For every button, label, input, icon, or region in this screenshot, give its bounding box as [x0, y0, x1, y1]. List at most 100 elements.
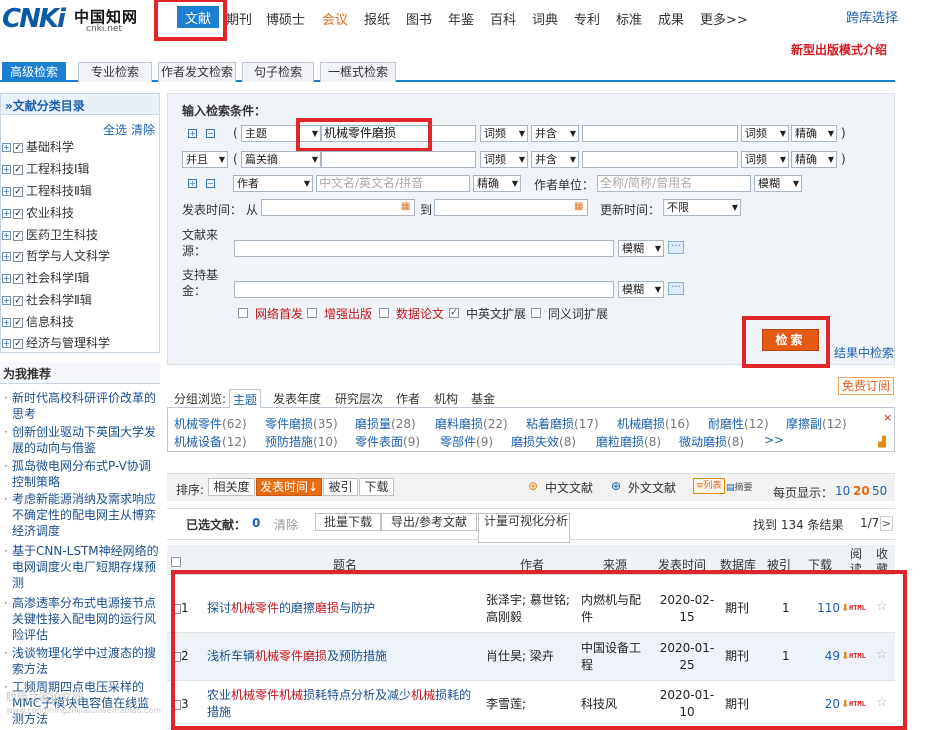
group-item[interactable]: 零件表面(9)	[355, 433, 420, 450]
source-input[interactable]	[234, 240, 614, 257]
checkbox-checked-icon[interactable]: ✓	[13, 295, 23, 306]
field-select-2[interactable]: 篇关摘	[241, 151, 321, 168]
more-options-icon[interactable]: ···	[668, 282, 684, 295]
fund-match-select[interactable]: 模糊	[618, 281, 664, 298]
category-item[interactable]: + ✓ 农业科技	[2, 204, 74, 221]
expand-icon[interactable]: +	[2, 143, 11, 152]
freq-select-1[interactable]: 词频	[480, 125, 528, 142]
add-author-row-icon[interactable]: +	[188, 179, 197, 188]
list-view-toggle[interactable]: ≡列表	[693, 478, 725, 494]
nav-item-tushu[interactable]: 图书	[406, 9, 432, 28]
recommend-item[interactable]: 浅谈物理化学中过渡态的搜索方法	[4, 645, 160, 677]
checkbox-enhanced-pub[interactable]	[307, 308, 317, 318]
freq-select-2b[interactable]: 词频	[741, 151, 789, 168]
freq-select-1b[interactable]: 词频	[741, 125, 789, 142]
category-item[interactable]: + ✓ 工程科技Ⅰ辑	[2, 160, 90, 177]
recommend-item[interactable]: 高渗透率分布式电源接节点关键性接入配电网的运行风险评估	[4, 595, 160, 643]
export-button[interactable]: 导出/参考文献	[381, 513, 477, 531]
group-tab-level[interactable]: 研究层次	[335, 390, 383, 407]
match-select-2[interactable]: 精确	[791, 151, 837, 168]
category-item[interactable]: + ✓ 信息科技	[2, 313, 74, 330]
new-mode-link[interactable]: 新型出版模式介绍	[791, 41, 887, 58]
category-item[interactable]: + ✓ 工程科技Ⅱ辑	[2, 182, 92, 199]
category-item[interactable]: + ✓ 基础科学	[2, 138, 74, 155]
category-item[interactable]: + ✓ 社会科学Ⅰ辑	[2, 269, 90, 286]
unit-match-select[interactable]: 模糊	[754, 175, 802, 192]
group-item[interactable]: 磨损失效(8)	[511, 433, 576, 450]
calendar-icon[interactable]: ▦	[574, 201, 583, 212]
checkbox-cn-en-ext[interactable]: ✓	[449, 308, 459, 318]
logic-select-2[interactable]: 并且	[182, 151, 228, 168]
nav-item-chengguo[interactable]: 成果	[658, 9, 684, 28]
more-options-icon[interactable]: ···	[668, 241, 684, 254]
expand-icon[interactable]: +	[2, 209, 11, 218]
group-item[interactable]: 预防措施(10)	[265, 433, 338, 450]
category-item[interactable]: + ✓ 哲学与人文科学	[2, 247, 110, 264]
abstract-view-toggle[interactable]: ▤摘要	[726, 480, 753, 493]
en-literature-link[interactable]: 外文文献	[628, 479, 676, 496]
expand-icon[interactable]: +	[2, 318, 11, 327]
expand-icon[interactable]: +	[2, 339, 11, 348]
nav-item-more[interactable]: 更多>>	[700, 9, 748, 28]
nav-item-baike[interactable]: 百科	[490, 9, 516, 28]
next-page-button[interactable]: >	[880, 516, 893, 531]
group-item[interactable]: 机械零件(62)	[174, 415, 247, 432]
group-item[interactable]: 机械设备(12)	[174, 433, 247, 450]
calendar-icon[interactable]: ▦	[401, 201, 410, 212]
group-item[interactable]: 零件磨损(35)	[265, 415, 338, 432]
group-tab-year[interactable]: 发表年度	[273, 390, 321, 407]
tab-advanced-search[interactable]: 高级检索	[2, 62, 66, 82]
author-unit-input[interactable]: 全称/简称/曾用名	[597, 175, 751, 192]
search-term-input-2[interactable]	[321, 151, 476, 168]
group-item[interactable]: 耐磨性(12)	[708, 415, 769, 432]
group-item[interactable]: 磨损量(28)	[355, 415, 416, 432]
nav-item-qikan[interactable]: 期刊	[226, 9, 252, 28]
remove-row-icon[interactable]: −	[206, 129, 215, 138]
per-page-20[interactable]: 20	[853, 484, 870, 498]
update-time-select[interactable]: 不限	[663, 199, 741, 216]
checkbox-checked-icon[interactable]: ✓	[13, 273, 23, 284]
category-item[interactable]: + ✓ 社会科学Ⅱ辑	[2, 291, 92, 308]
author-match-select[interactable]: 精确	[473, 175, 521, 192]
category-item[interactable]: + ✓ 医药卫生科技	[2, 226, 98, 243]
tab-one-box-search[interactable]: 一框式检索	[320, 62, 396, 82]
expand-icon[interactable]: +	[2, 252, 11, 261]
match-select-1[interactable]: 精确	[791, 125, 837, 142]
recommend-item[interactable]: 新时代高校科研评价改革的思考	[4, 390, 160, 422]
sort-cite-button[interactable]: 被引	[323, 478, 358, 496]
checkbox-checked-icon[interactable]: ✓	[13, 186, 23, 197]
search-term-input-1b[interactable]	[582, 125, 738, 142]
sort-relevance-button[interactable]: 相关度	[208, 478, 255, 496]
nav-item-boshuoshi[interactable]: 博硕士	[266, 9, 305, 28]
op-select-1[interactable]: 并含	[531, 125, 579, 142]
selected-clear-link[interactable]: 清除	[274, 516, 298, 533]
checkbox-checked-icon[interactable]: ✓	[13, 142, 23, 153]
checkbox-checked-icon[interactable]: ✓	[13, 251, 23, 262]
nav-item-zhuanli[interactable]: 专利	[574, 9, 600, 28]
search-in-result-link[interactable]: 结果中检索	[834, 344, 894, 361]
expand-icon[interactable]: +	[2, 296, 11, 305]
group-item[interactable]: 磨料磨损(22)	[435, 415, 508, 432]
cross-db-select-link[interactable]: 跨库选择	[846, 7, 898, 26]
visualization-button[interactable]: 计量可视化分析	[478, 513, 570, 543]
nav-item-cidian[interactable]: 词典	[532, 9, 558, 28]
fund-input[interactable]	[234, 281, 614, 298]
clear-link[interactable]: 清除	[131, 123, 155, 137]
batch-download-button[interactable]: 批量下载	[315, 513, 381, 531]
checkbox-network-first[interactable]	[238, 308, 248, 318]
cnki-logo[interactable]: CNKi 中国知网 cnki.net	[2, 4, 150, 34]
checkbox-checked-icon[interactable]: ✓	[13, 230, 23, 241]
nav-item-huiyi[interactable]: 会议	[322, 9, 348, 28]
category-item[interactable]: + ✓ 经济与管理科学	[2, 334, 110, 351]
add-row-icon[interactable]: +	[188, 129, 197, 138]
close-icon[interactable]: ×	[883, 411, 892, 424]
author-field-select[interactable]: 作者	[233, 175, 313, 192]
group-item[interactable]: 粘着磨损(17)	[526, 415, 599, 432]
checkbox-checked-icon[interactable]: ✓	[13, 208, 23, 219]
nav-item-baozhi[interactable]: 报纸	[364, 9, 390, 28]
group-item[interactable]: 零部件(9)	[440, 433, 493, 450]
checkbox-data-paper[interactable]	[379, 308, 389, 318]
checkbox-checked-icon[interactable]: ✓	[13, 164, 23, 175]
recommend-item[interactable]: 考虑新能源消纳及需求响应不确定性的配电网主从博弈经济调度	[4, 491, 160, 539]
sort-date-button[interactable]: 发表时间↓	[256, 478, 322, 496]
